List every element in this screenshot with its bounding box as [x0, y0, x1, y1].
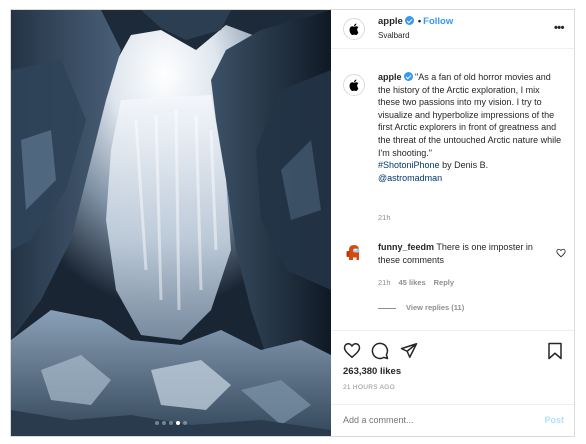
caption-timestamp: 21h: [378, 213, 391, 222]
likes-count[interactable]: 263,380 likes: [343, 366, 401, 377]
post-timestamp[interactable]: 21 HOURS AGO: [343, 384, 395, 391]
comment-username[interactable]: funny_feedm: [378, 242, 434, 252]
comment-body: funny_feedm There is one imposter in the…: [378, 241, 548, 266]
location-link[interactable]: Svalbard: [378, 31, 410, 40]
post-header: apple • Follow Svalbard •••: [331, 10, 574, 49]
caption-credit: by Denis B.: [442, 160, 489, 171]
view-replies-button[interactable]: View replies (11): [378, 303, 464, 312]
heart-icon[interactable]: [343, 342, 361, 359]
header-line: apple • Follow: [378, 16, 453, 27]
carousel-dot-active[interactable]: [176, 421, 180, 425]
verified-badge-icon: [404, 16, 414, 25]
comment-likes-link[interactable]: 45 likes: [399, 278, 426, 287]
more-options-icon[interactable]: •••: [554, 22, 565, 34]
separator-dot: •: [417, 16, 422, 27]
reply-button[interactable]: Reply: [434, 278, 454, 287]
follow-button[interactable]: Follow: [423, 16, 453, 27]
avatar[interactable]: [343, 242, 365, 264]
among-us-avatar-icon: [346, 245, 360, 260]
carousel-dot[interactable]: [155, 421, 159, 425]
ice-cave-image: [11, 10, 331, 436]
username-link[interactable]: apple: [378, 16, 403, 27]
caption-text: "As a fan of old horror movies and the h…: [378, 72, 562, 158]
carousel-dot[interactable]: [183, 421, 187, 425]
carousel-dot[interactable]: [162, 421, 166, 425]
comment-timestamp: 21h: [378, 278, 391, 287]
post-side-panel: apple • Follow Svalbard ••• apple "As a fa…: [331, 10, 574, 436]
avatar[interactable]: [343, 18, 365, 40]
post-photo[interactable]: [11, 10, 331, 436]
post-comment-button[interactable]: Post: [544, 415, 564, 425]
comment-meta: 21h 45 likes Reply: [378, 278, 462, 287]
carousel-dot[interactable]: [169, 421, 173, 425]
avatar[interactable]: [343, 74, 365, 96]
carousel-indicator[interactable]: [11, 412, 331, 430]
bookmark-icon[interactable]: [547, 342, 563, 360]
add-comment-bar: Post: [331, 404, 574, 437]
comment-icon[interactable]: [371, 342, 389, 360]
mention-link[interactable]: @astromadman: [378, 173, 442, 183]
comment-like-heart-icon[interactable]: [556, 248, 566, 258]
hashtag-link[interactable]: #ShotoniPhone: [378, 160, 440, 170]
verified-badge-icon: [403, 72, 413, 81]
apple-logo-icon: [349, 79, 359, 91]
post-caption: apple "As a fan of old horror movies and…: [378, 71, 564, 184]
share-icon[interactable]: [400, 342, 418, 359]
caption-username[interactable]: apple: [378, 72, 402, 82]
apple-logo-icon: [349, 23, 359, 35]
actions-divider: [331, 330, 574, 331]
add-comment-input[interactable]: [343, 415, 513, 425]
